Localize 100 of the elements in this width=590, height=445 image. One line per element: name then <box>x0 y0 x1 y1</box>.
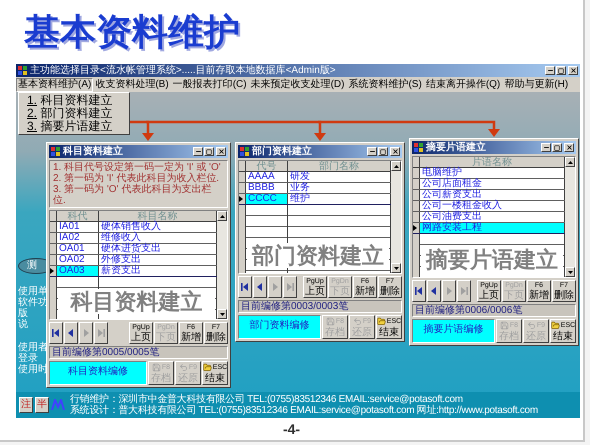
previous-icon <box>66 328 76 338</box>
previous-icon <box>255 282 265 292</box>
save-icon <box>500 321 509 330</box>
maximize-button[interactable] <box>378 147 388 156</box>
app-icon <box>18 66 27 75</box>
menu-item[interactable]: 一般报表打印(C) <box>170 78 249 92</box>
menu-item[interactable]: 未来预定收支处理(D) <box>248 78 346 92</box>
footer-button[interactable]: 半 <box>35 397 49 413</box>
minimize-icon <box>542 144 550 151</box>
watermark-caption: 科目资料建立 <box>58 289 215 314</box>
close-button[interactable] <box>390 147 400 156</box>
row-pointer-icon <box>413 225 417 231</box>
watermark-caption: 摘要片语建立 <box>421 247 563 272</box>
save-icon <box>326 317 335 326</box>
minimize-button[interactable] <box>193 147 203 156</box>
table-cell[interactable]: OA03 <box>57 266 99 276</box>
minimize-button[interactable] <box>541 143 551 152</box>
dropdown-item[interactable]: 1. 科目资料建立 <box>27 94 121 107</box>
side-text: 登录 <box>18 353 38 364</box>
close-icon <box>392 148 398 155</box>
scroll-down-icon <box>568 270 572 274</box>
table-cell[interactable]: IA02 <box>57 233 99 243</box>
first-record-icon <box>414 286 424 296</box>
menu-item[interactable]: 基本资料维护(A) <box>16 78 94 92</box>
navigation-button[interactable] <box>412 280 426 302</box>
maximize-button[interactable] <box>204 147 214 156</box>
previous-icon <box>429 286 439 296</box>
navigation-button[interactable] <box>238 276 252 298</box>
note-text: 2. 第一码为 'I' 代表此科目为收入栏位. <box>53 173 220 184</box>
app-icon <box>414 143 423 152</box>
slide-title: 基本资料维护 <box>24 12 240 52</box>
side-text: 说 <box>18 319 29 330</box>
navigation-button[interactable] <box>253 276 267 298</box>
side-text: 使用时 <box>18 364 48 375</box>
last-record-icon <box>459 286 469 296</box>
table-cell[interactable]: OA02 <box>57 255 99 265</box>
table-cell[interactable]: AAAA <box>246 172 288 182</box>
scroll-up-icon <box>568 160 572 164</box>
footer-text: 行销维护：深圳市中金普大科技有限公司 TEL:(0755)83512346 EMAIL:service@potasoft.com <box>70 394 464 405</box>
side-text: 版 <box>18 308 29 319</box>
close-icon <box>570 67 576 74</box>
scrollbar[interactable] <box>391 161 401 273</box>
table-cell[interactable]: 网路安装工程 <box>420 223 565 233</box>
undo-icon <box>352 317 362 326</box>
record-status: 目前编修第0006/0006笔 <box>412 304 576 317</box>
navigation-button[interactable] <box>427 280 441 302</box>
window-title: 摘要片语建立 <box>426 142 487 153</box>
dropdown-item[interactable]: 2. 部门资料建立 <box>27 107 121 120</box>
close-icon <box>218 148 224 155</box>
table-cell[interactable]: OA01 <box>57 244 99 254</box>
maximize-icon <box>380 148 386 154</box>
close-icon <box>566 144 572 151</box>
close-button[interactable] <box>564 143 574 152</box>
app-icon <box>51 147 60 156</box>
maximize-icon <box>206 148 212 154</box>
folder-icon <box>376 317 386 326</box>
watermark-caption: 部门资料建立 <box>247 243 389 268</box>
dropdown-item[interactable]: 3. 摘要片语建立 <box>27 120 121 133</box>
menu-item[interactable]: 收支资料处理(B) <box>93 78 171 92</box>
footer-button[interactable]: 注 <box>19 397 33 413</box>
menu-item[interactable]: 帮助与更新(H) <box>502 78 570 92</box>
navigation-button[interactable] <box>64 322 78 344</box>
maximize-button[interactable] <box>556 66 566 75</box>
last-record-icon <box>96 328 106 338</box>
folder-icon <box>202 363 212 372</box>
next-icon <box>444 286 454 296</box>
footer-text: 系统设计：普大科技有限公司 TEL:(0755)83512346 EMAIL:service@potasoft.com 网址:http://www.potasoft.com <box>70 405 538 416</box>
row-header[interactable] <box>239 194 246 204</box>
window-title: 科目资料建立 <box>63 146 124 157</box>
column-header: 代号 <box>246 161 288 171</box>
scrollbar[interactable] <box>565 157 575 277</box>
next-icon <box>81 328 91 338</box>
maximize-icon <box>554 144 560 150</box>
navigation-button[interactable] <box>49 322 63 344</box>
table-cell[interactable]: IA01 <box>57 222 99 232</box>
maximize-icon <box>558 68 564 74</box>
minimize-button[interactable] <box>545 66 555 75</box>
window-title: 主功能选择目录<流水帐管理系统>.....目前存取本地数据库<Admin版> <box>30 65 337 76</box>
menu-item[interactable]: 系统资料维护(S) <box>346 78 424 92</box>
app-icon <box>240 147 249 156</box>
side-text: 使用单 <box>18 286 48 297</box>
row-header[interactable] <box>413 223 420 233</box>
scroll-down-icon <box>220 312 224 316</box>
first-record-icon <box>240 282 250 292</box>
note-text: 1. 科目代号设定第一码一定为 'I' 或 'O' <box>53 162 222 173</box>
record-status: 目前编修第0005/0005笔 <box>49 346 228 359</box>
first-record-icon <box>51 328 61 338</box>
minimize-icon <box>368 148 376 155</box>
scrollbar[interactable] <box>217 211 227 319</box>
menu-item[interactable]: 结束离开操作(Q) <box>424 78 502 92</box>
row-pointer-icon <box>50 268 54 274</box>
close-button[interactable] <box>568 66 578 75</box>
row-pointer-icon <box>239 196 243 202</box>
maximize-button[interactable] <box>552 143 562 152</box>
row-header[interactable] <box>50 266 57 276</box>
table-cell[interactable]: CCCC <box>246 194 288 204</box>
close-button[interactable] <box>216 147 226 156</box>
table-cell[interactable]: BBBB <box>246 183 288 193</box>
minimize-button[interactable] <box>367 147 377 156</box>
next-icon <box>270 282 280 292</box>
